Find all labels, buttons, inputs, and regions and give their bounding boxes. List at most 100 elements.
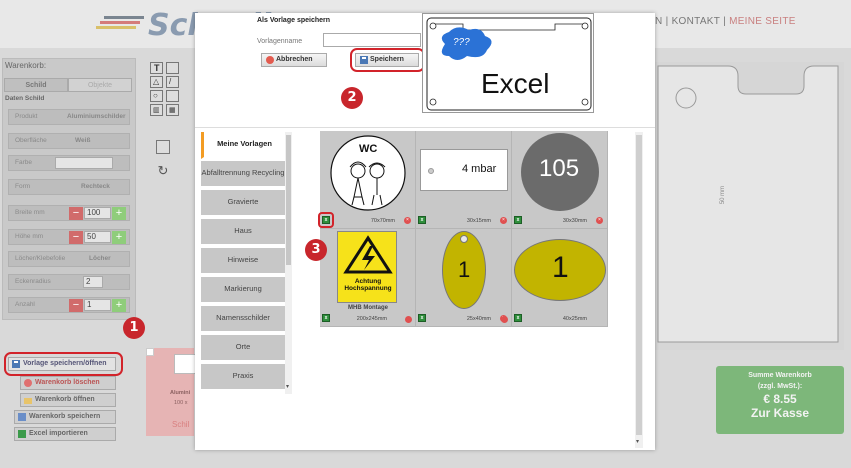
delete-template-icon[interactable]: ×: [500, 217, 507, 224]
anzahl-input[interactable]: 1: [84, 299, 111, 311]
row-form[interactable]: Form Rechteck: [8, 179, 130, 195]
dimension-label: 50 mm: [720, 185, 727, 205]
folder-icon: [24, 398, 32, 404]
breite-input[interactable]: 100: [84, 207, 111, 219]
breite-minus-button[interactable]: −: [69, 207, 83, 220]
top-nav: EN | KONTAKT | MEINE SEITE: [648, 16, 796, 27]
template-item[interactable]: 105 x 30x30mm ×: [512, 131, 608, 229]
category-list: Meine Vorlagen Abfalltrennung Recycling …: [201, 132, 291, 394]
number-1-text: 1: [458, 257, 471, 282]
template-item[interactable]: WC x 70x70mm ×: [320, 131, 416, 229]
category-scroll-thumb[interactable]: [286, 135, 291, 265]
excel-export-icon[interactable]: x: [418, 314, 426, 322]
barcode-tool-icon[interactable]: ▥: [150, 104, 163, 116]
copy-icon[interactable]: [156, 140, 170, 154]
tab-schild[interactable]: Schild: [4, 78, 68, 92]
row-breite: Breite mm − 100 +: [8, 205, 130, 221]
warning-sign-shape: Achtung Hochspannung: [337, 231, 397, 303]
row-loecher[interactable]: Löcher/Klebefolie Löcher: [8, 251, 130, 267]
warenkorb-speichern-button[interactable]: Warenkorb speichern: [14, 410, 116, 424]
save-title: Als Vorlage speichern: [257, 17, 331, 24]
mbar-text: 4 mbar: [462, 163, 497, 175]
delete-template-icon[interactable]: [405, 316, 412, 323]
template-size: 30x30mm: [562, 218, 587, 224]
warenkorb-oeffnen-button[interactable]: Warenkorb öffnen: [20, 393, 116, 407]
excel-export-icon[interactable]: x: [322, 314, 330, 322]
rectangle-tool-icon[interactable]: [166, 62, 179, 74]
image-tool-icon[interactable]: [166, 90, 179, 102]
nav-item-kontakt[interactable]: KONTAKT: [672, 16, 720, 27]
template-size: 25x40mm: [466, 316, 491, 322]
template-item[interactable]: 1 x 25x40mm ×: [416, 229, 512, 327]
delete-template-icon[interactable]: [501, 316, 508, 323]
warenkorb-loeschen-button[interactable]: Warenkorb löschen: [20, 376, 116, 390]
hoehe-plus-button[interactable]: +: [112, 231, 126, 244]
checkout-button[interactable]: Zur Kasse: [716, 406, 844, 420]
hoehe-minus-button[interactable]: −: [69, 231, 83, 244]
excel-export-icon[interactable]: x: [418, 216, 426, 224]
template-caption: MHB Montage: [348, 305, 388, 311]
category-namensschilder[interactable]: Namensschilder: [201, 306, 285, 333]
high-voltage-icon: [343, 235, 393, 274]
sidebar-title: Warenkorb:: [5, 61, 47, 70]
hoehe-input[interactable]: 50: [84, 231, 111, 243]
category-praxis[interactable]: Praxis: [201, 364, 285, 391]
excel-export-icon[interactable]: x: [514, 216, 522, 224]
modal-divider: [195, 127, 655, 128]
template-size: 70x70mm: [370, 218, 395, 224]
triangle-tool-icon[interactable]: △: [150, 76, 163, 88]
highlight-excel-icon: [318, 212, 334, 228]
template-name-input[interactable]: [323, 33, 421, 47]
delete-template-icon[interactable]: ×: [596, 217, 603, 224]
delete-icon: [24, 379, 32, 387]
template-item[interactable]: 4 mbar x 30x15mm ×: [416, 131, 512, 229]
excel-export-icon[interactable]: x: [514, 314, 522, 322]
row-eckenradius: Eckenradius 2: [8, 274, 130, 290]
template-scroll-thumb[interactable]: [636, 135, 642, 435]
breite-plus-button[interactable]: +: [112, 207, 126, 220]
template-size: 200x245mm: [356, 316, 387, 322]
anzahl-plus-button[interactable]: +: [112, 299, 126, 312]
template-item[interactable]: Achtung Hochspannung MHB Montage x 200x2…: [320, 229, 416, 327]
farbe-field[interactable]: [55, 157, 113, 169]
preview-main-text: Excel: [481, 68, 550, 99]
sidebar-tabs: Schild Objekte: [4, 78, 134, 92]
eckenradius-input[interactable]: 2: [83, 276, 103, 288]
category-abfalltrennung[interactable]: Abfalltrennung Recycling: [201, 161, 285, 188]
category-gravierte[interactable]: Gravierte: [201, 190, 285, 217]
undo-icon[interactable]: ↻: [156, 164, 170, 178]
sign-canvas[interactable]: 50 mm: [648, 62, 844, 350]
text-tool-icon[interactable]: T: [150, 62, 163, 74]
cart-item-preview[interactable]: Alumini 100 x Schil: [146, 348, 196, 436]
category-meine-vorlagen[interactable]: Meine Vorlagen: [201, 132, 285, 159]
category-haus[interactable]: Haus: [201, 219, 285, 246]
circle-tool-icon[interactable]: ○: [150, 90, 163, 102]
template-size: 40x25mm: [562, 316, 587, 322]
nav-item-meine-seite[interactable]: MEINE SEITE: [729, 16, 796, 27]
template-name-label: Vorlagenname: [257, 38, 303, 45]
category-hinweise[interactable]: Hinweise: [201, 248, 285, 275]
template-item[interactable]: 1 x 40x25mm: [512, 229, 608, 327]
cart-item-checkbox[interactable]: [146, 348, 154, 356]
tab-objekte[interactable]: Objekte: [68, 78, 132, 92]
scroll-down-icon[interactable]: ▾: [286, 383, 289, 390]
checkout-box[interactable]: Summe Warenkorb (zzgl. MwSt.): € 8.55 Zu…: [716, 366, 844, 434]
step-badge-3: 3: [305, 239, 327, 261]
cancel-icon: [266, 56, 274, 64]
excel-importieren-button[interactable]: Excel importieren: [14, 427, 116, 441]
delete-template-icon[interactable]: ×: [404, 217, 411, 224]
scroll-down-icon[interactable]: ▾: [636, 438, 639, 445]
template-grid: WC x 70x70mm × 4 mbar x 30x15mm × 105 x …: [320, 131, 608, 327]
category-markierung[interactable]: Markierung: [201, 277, 285, 304]
row-farbe[interactable]: Farbe: [8, 155, 130, 171]
anzahl-minus-button[interactable]: −: [69, 299, 83, 312]
qr-tool-icon[interactable]: ▦: [166, 104, 179, 116]
section-title: Daten Schild: [5, 95, 45, 102]
category-orte[interactable]: Orte: [201, 335, 285, 362]
line-tool-icon[interactable]: /: [166, 76, 179, 88]
row-oberflaeche[interactable]: Oberfläche Weiß: [8, 133, 130, 149]
save-icon: [18, 413, 26, 421]
step-badge-2: 2: [341, 87, 363, 109]
row-produkt[interactable]: Produkt Aluminiumschilder: [8, 109, 130, 125]
cancel-button[interactable]: Abbrechen: [261, 53, 327, 67]
